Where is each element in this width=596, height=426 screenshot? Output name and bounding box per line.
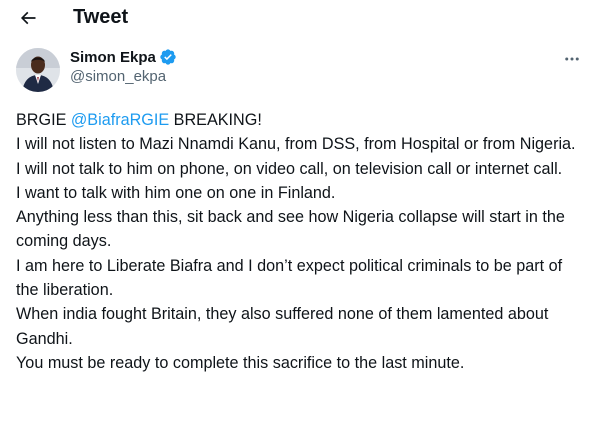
tweet-prefix: BRGIE (16, 111, 71, 129)
more-horizontal-icon (565, 57, 579, 61)
tweet-line: When india fought Britain, they also suf… (16, 305, 549, 348)
tweet-header: Tweet (0, 0, 596, 40)
more-options-button[interactable] (560, 50, 584, 68)
tweet-line: I will not talk to him on phone, on vide… (16, 159, 563, 178)
display-name[interactable]: Simon Ekpa (70, 49, 156, 66)
tweet-breaking: BREAKING! (169, 111, 262, 129)
arrow-left-icon (20, 11, 36, 25)
tweet-line: I will not listen to Mazi Nnamdi Kanu, f… (16, 135, 576, 154)
avatar[interactable] (16, 48, 60, 92)
mention-link[interactable]: @BiafraRGIE (71, 111, 169, 129)
tweet-author: Simon Ekpa @simon_ekpa (0, 40, 596, 92)
tweet-text: BRGIE @BiafraRGIE BREAKING! I will not l… (16, 108, 582, 375)
verified-badge-icon (160, 49, 176, 65)
tweet-line: Anything less than this, sit back and se… (16, 208, 565, 251)
tweet-first-line: BRGIE @BiafraRGIE BREAKING! (16, 108, 582, 132)
back-button[interactable] (12, 2, 44, 34)
tweet-line: I am here to Liberate Biafra and I don’t… (16, 256, 563, 300)
name-row: Simon Ekpa (70, 48, 177, 66)
page-title: Tweet (73, 6, 129, 28)
avatar-image (16, 48, 60, 92)
tweet-line: I want to talk with him one on one in Fi… (16, 183, 336, 202)
tweet-line: You must be ready to complete this sacri… (16, 353, 465, 372)
user-handle[interactable]: @simon_ekpa (70, 68, 166, 85)
